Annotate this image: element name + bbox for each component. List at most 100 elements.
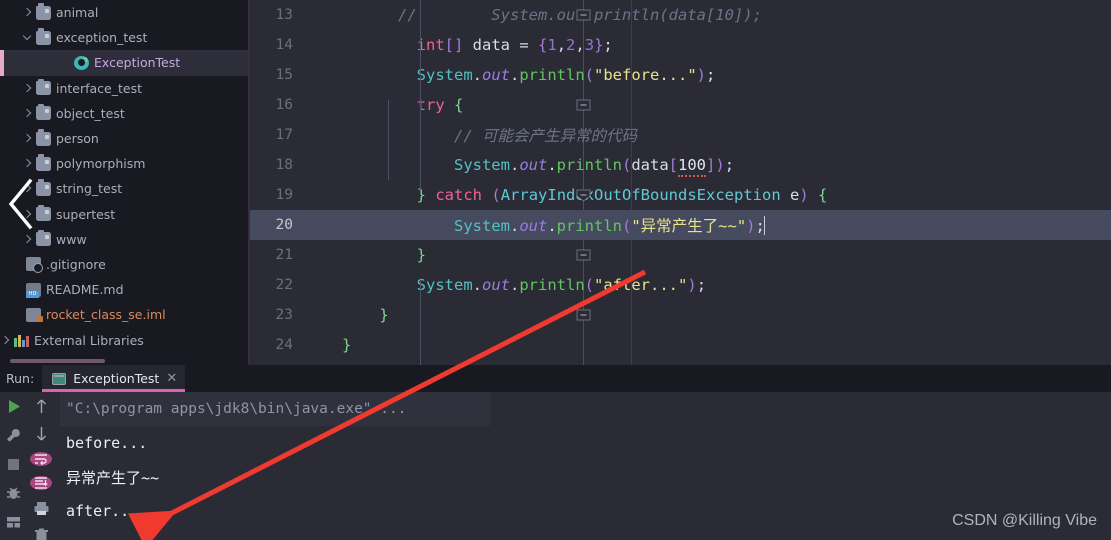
chevron-right-icon[interactable] xyxy=(22,234,33,245)
tree-item--gitignore[interactable]: .gitignore xyxy=(0,252,248,277)
fold-column xyxy=(305,330,337,360)
run-config-icon xyxy=(52,372,67,385)
chevron-down-icon[interactable] xyxy=(22,32,33,43)
markdown-icon xyxy=(26,282,41,298)
indent-guide xyxy=(420,280,421,365)
tree-item-label: exception_test xyxy=(56,30,148,46)
code-text: } catch (ArrayIndexOutOfBoundsException … xyxy=(416,186,828,204)
chevron-right-icon[interactable] xyxy=(22,108,33,119)
tree-item-exceptiontest[interactable]: ExceptionTest xyxy=(0,50,248,76)
chevron-right-icon[interactable] xyxy=(22,158,33,169)
editor-line-17[interactable]: 17 // 可能会产生异常的代码 xyxy=(250,120,1111,150)
fold-column xyxy=(305,30,337,60)
run-tab-exceptiontest[interactable]: ExceptionTest ✕ xyxy=(42,365,186,392)
chevron-right-icon[interactable] xyxy=(22,133,33,144)
tree-item-rocket-class-se-iml[interactable]: rocket_class_se.iml xyxy=(0,302,248,327)
run-toolbar-left xyxy=(0,392,26,540)
fold-column xyxy=(305,270,337,300)
trash-icon[interactable] xyxy=(33,527,50,540)
fold-column xyxy=(305,120,337,150)
fold-marker-23[interactable] xyxy=(576,309,591,322)
folder-icon xyxy=(36,229,51,247)
soft-wrap-icon[interactable] xyxy=(30,452,52,466)
line-number: 17 xyxy=(275,127,293,143)
code-text: System.out.println("after..."); xyxy=(416,276,707,294)
gitignore-icon xyxy=(26,257,43,274)
iml-icon xyxy=(26,307,43,322)
tree-item-person[interactable]: person xyxy=(0,126,248,151)
chevron-right-icon[interactable] xyxy=(0,335,11,346)
stop-icon[interactable] xyxy=(5,456,22,473)
tree-item-readme-md[interactable]: README.md xyxy=(0,277,248,302)
editor-line-13[interactable]: 13 // System.out.println(data[10]); xyxy=(250,0,1111,30)
code-editor[interactable]: 13 // System.out.println(data[10]); 14 in… xyxy=(250,0,1111,365)
run-tab-label: ExceptionTest xyxy=(73,371,160,386)
scroll-to-end-icon[interactable] xyxy=(30,476,52,490)
tree-horizontal-scrollbar[interactable] xyxy=(10,359,105,363)
code-text: // System.out.println(data[10]); xyxy=(342,6,762,24)
chevron-right-icon[interactable] xyxy=(22,7,33,18)
editor-line-15[interactable]: 15 System.out.println("before..."); xyxy=(250,60,1111,90)
line-number: 13 xyxy=(275,7,293,23)
console-output-line: before... xyxy=(66,434,148,452)
line-number: 19 xyxy=(275,187,293,203)
folder-icon xyxy=(36,28,51,45)
tree-item-interface-test[interactable]: interface_test xyxy=(0,76,248,101)
folder-icon xyxy=(36,179,51,196)
chevron-right-icon[interactable] xyxy=(22,83,33,94)
editor-line-14[interactable]: 14 int[] data = {1,2,3}; xyxy=(250,30,1111,60)
fold-marker-13[interactable] xyxy=(576,9,591,22)
library-icon xyxy=(14,334,29,347)
tree-item-www[interactable]: www xyxy=(0,227,248,252)
fold-marker-19[interactable] xyxy=(576,189,591,202)
printer-icon[interactable] xyxy=(33,500,50,517)
editor-line-21[interactable]: 21 } xyxy=(250,240,1111,270)
editor-line-19[interactable]: 19 } catch (ArrayIndexOutOfBoundsExcepti… xyxy=(250,180,1111,210)
tree-item-exception-test[interactable]: exception_test xyxy=(0,25,248,50)
play-icon[interactable] xyxy=(5,398,22,415)
editor-line-18[interactable]: 18 System.out.println(data[100]); xyxy=(250,150,1111,180)
code-text: try { xyxy=(416,96,464,114)
code-text: } xyxy=(416,246,426,264)
folder-icon xyxy=(36,204,51,222)
indent-guide xyxy=(388,100,389,180)
editor-line-23[interactable]: 23 } xyxy=(250,300,1111,330)
chevron-left-icon[interactable] xyxy=(8,178,34,230)
line-number: 20 xyxy=(275,217,293,233)
layout-icon[interactable] xyxy=(5,514,22,531)
code-text: System.out.println(data[100]); xyxy=(337,156,1111,177)
editor-line-22[interactable]: 22 System.out.println("after..."); xyxy=(250,270,1111,300)
folder-icon xyxy=(36,103,51,121)
tree-item-polymorphism[interactable]: polymorphism xyxy=(0,151,248,176)
editor-line-24[interactable]: 24} xyxy=(250,330,1111,360)
line-number: 22 xyxy=(275,277,293,293)
arrow-down-icon[interactable] xyxy=(33,425,50,442)
bug-icon[interactable] xyxy=(5,485,22,502)
run-toolbar-right xyxy=(26,392,56,540)
tree-item-label: object_test xyxy=(56,105,125,121)
code-text: System.out.println("before..."); xyxy=(416,66,716,84)
arrow-up-icon[interactable] xyxy=(33,398,50,415)
code-text: System.out.println("异常产生了~~"); xyxy=(453,216,766,235)
fold-column xyxy=(305,90,337,120)
run-body: "C:\program apps\jdk8\bin\java.exe" ... b… xyxy=(0,392,1111,540)
tree-item-supertest[interactable]: supertest xyxy=(0,202,248,227)
line-number: 16 xyxy=(275,97,293,113)
tree-item-external-libraries[interactable]: External Libraries xyxy=(0,327,248,352)
tree-item-object-test[interactable]: object_test xyxy=(0,101,248,126)
editor-line-16[interactable]: 16 try { xyxy=(250,90,1111,120)
line-number: 15 xyxy=(275,67,293,83)
code-text: int[] data = {1,2,3}; xyxy=(416,36,613,54)
fold-marker-21[interactable] xyxy=(576,249,591,262)
console-command-line: "C:\program apps\jdk8\bin\java.exe" ... xyxy=(60,392,490,426)
editor-line-20[interactable]: 20 System.out.println("异常产生了~~"); xyxy=(250,210,1111,240)
close-icon[interactable]: ✕ xyxy=(166,372,177,385)
tree-item-animal[interactable]: animal xyxy=(0,0,248,25)
wrench-icon[interactable] xyxy=(5,427,22,444)
fold-marker-16[interactable] xyxy=(576,99,591,112)
tree-item-string-test[interactable]: string_test xyxy=(0,176,248,201)
tree-item-label: rocket_class_se.iml xyxy=(46,307,166,323)
